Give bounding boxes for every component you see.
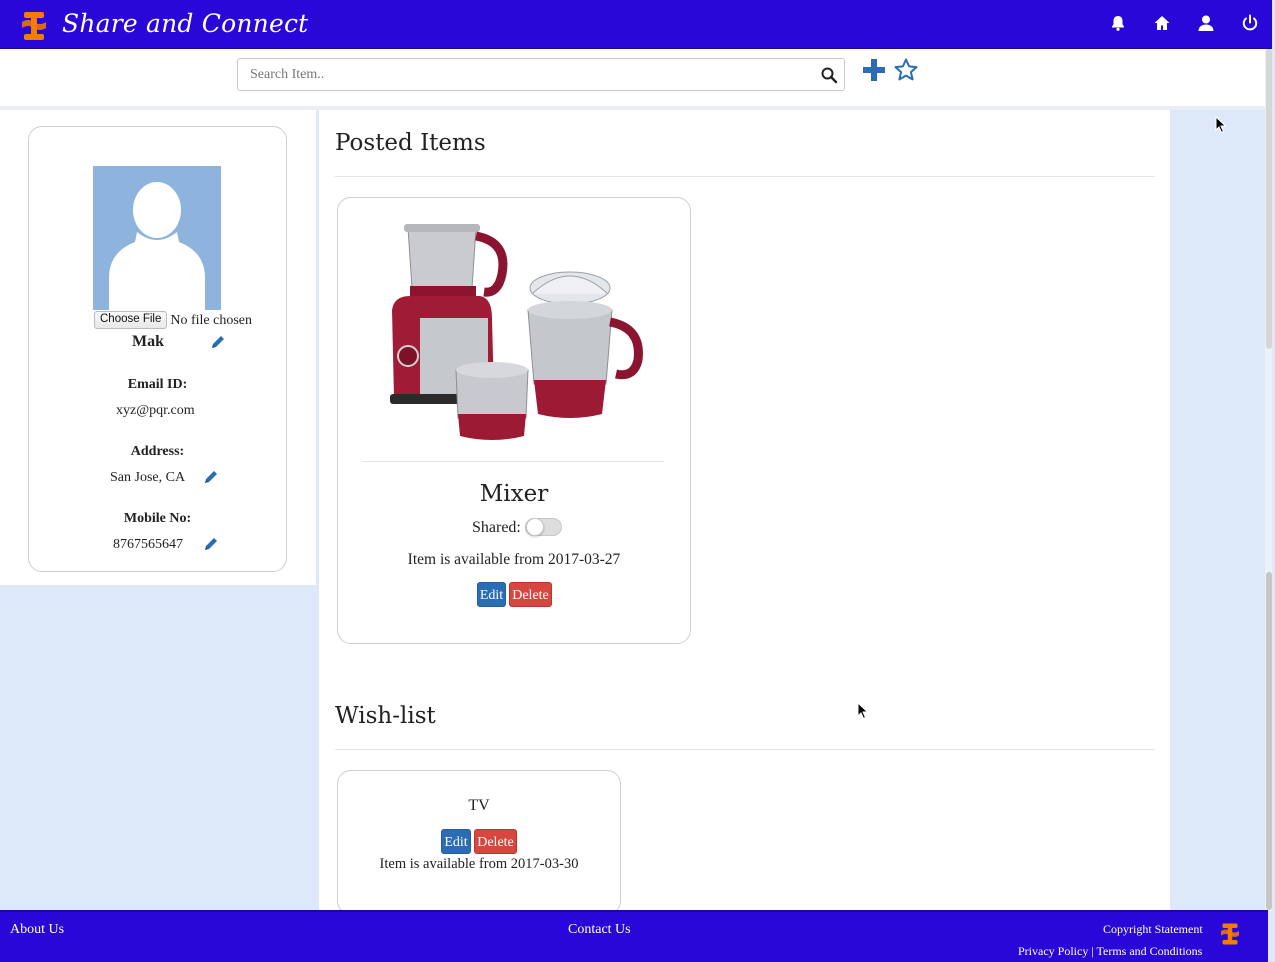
add-item-plus-icon[interactable] [861, 57, 887, 83]
footer: About Us Contact Us Copyright Statement … [0, 910, 1268, 962]
email-value: xyz@pqr.com [116, 403, 195, 418]
shared-label: Shared: [472, 519, 521, 536]
contact-us-link[interactable]: Contact Us [568, 922, 631, 938]
about-us-link[interactable]: About Us [10, 922, 64, 938]
privacy-policy-link[interactable]: Privacy Policy [1018, 944, 1088, 958]
toggle-knob [526, 518, 544, 536]
delete-item-button[interactable]: Delete [509, 582, 552, 607]
scrollbar-thumb[interactable] [1266, 572, 1272, 910]
brand-logo-icon[interactable] [20, 10, 48, 42]
divider [335, 176, 1155, 177]
user-icon[interactable] [1197, 14, 1217, 34]
footer-legal-links: Privacy Policy | Terms and Conditions [1018, 944, 1202, 959]
search-input[interactable] [238, 59, 818, 90]
power-icon[interactable] [1241, 14, 1261, 34]
terms-link[interactable]: Terms and Conditions [1097, 944, 1203, 958]
home-icon[interactable] [1153, 14, 1173, 34]
mobile-value: 8767565647 [113, 537, 183, 552]
divider [362, 461, 664, 462]
search-box [237, 58, 845, 91]
choose-file-button[interactable]: Choose File [94, 311, 168, 330]
footer-separator: | [1091, 944, 1094, 958]
email-label: Email ID: [127, 377, 188, 392]
mouse-cursor-icon [857, 701, 869, 720]
search-bar-row [0, 49, 1272, 106]
mouse-cursor-icon [1215, 115, 1227, 134]
item-availability: Item is available from 2017-03-27 [407, 551, 621, 568]
wishlist-star-icon[interactable] [893, 57, 919, 83]
mobile-label: Mobile No: [123, 511, 192, 526]
avatar-file-input: Choose File No file chosen [94, 311, 253, 330]
item-image [380, 218, 648, 446]
file-status-text: No file chosen [170, 313, 253, 328]
divider [335, 749, 1155, 750]
wishlist-availability: Item is available from 2017-03-30 [379, 856, 579, 872]
edit-name-pencil-icon[interactable] [210, 334, 226, 350]
delete-wish-button[interactable]: Delete [474, 829, 517, 854]
edit-wish-button[interactable]: Edit [441, 829, 471, 854]
shared-toggle[interactable] [525, 518, 562, 536]
edit-item-button[interactable]: Edit [477, 582, 506, 607]
edit-address-pencil-icon[interactable] [203, 469, 219, 485]
posted-items-heading: Posted Items [335, 130, 486, 156]
wishlist-heading: Wish-list [335, 703, 436, 729]
edit-mobile-pencil-icon[interactable] [203, 536, 219, 552]
item-name: Mixer [479, 481, 549, 507]
bell-icon[interactable] [1109, 14, 1129, 34]
copyright-text: Copyright Statement [1103, 922, 1203, 936]
address-label: Address: [130, 444, 185, 459]
search-icon[interactable] [820, 66, 838, 84]
scrollbar-thumb-upper[interactable] [1266, 49, 1272, 349]
profile-name: Mak [132, 333, 164, 350]
top-navbar: Share and Connect [0, 0, 1272, 49]
address-value: San Jose, CA [110, 470, 186, 485]
avatar [93, 166, 221, 310]
brand-title[interactable]: Share and Connect [62, 9, 308, 38]
footer-logo-icon [1219, 922, 1241, 946]
wishlist-item-name: TV [468, 797, 490, 814]
